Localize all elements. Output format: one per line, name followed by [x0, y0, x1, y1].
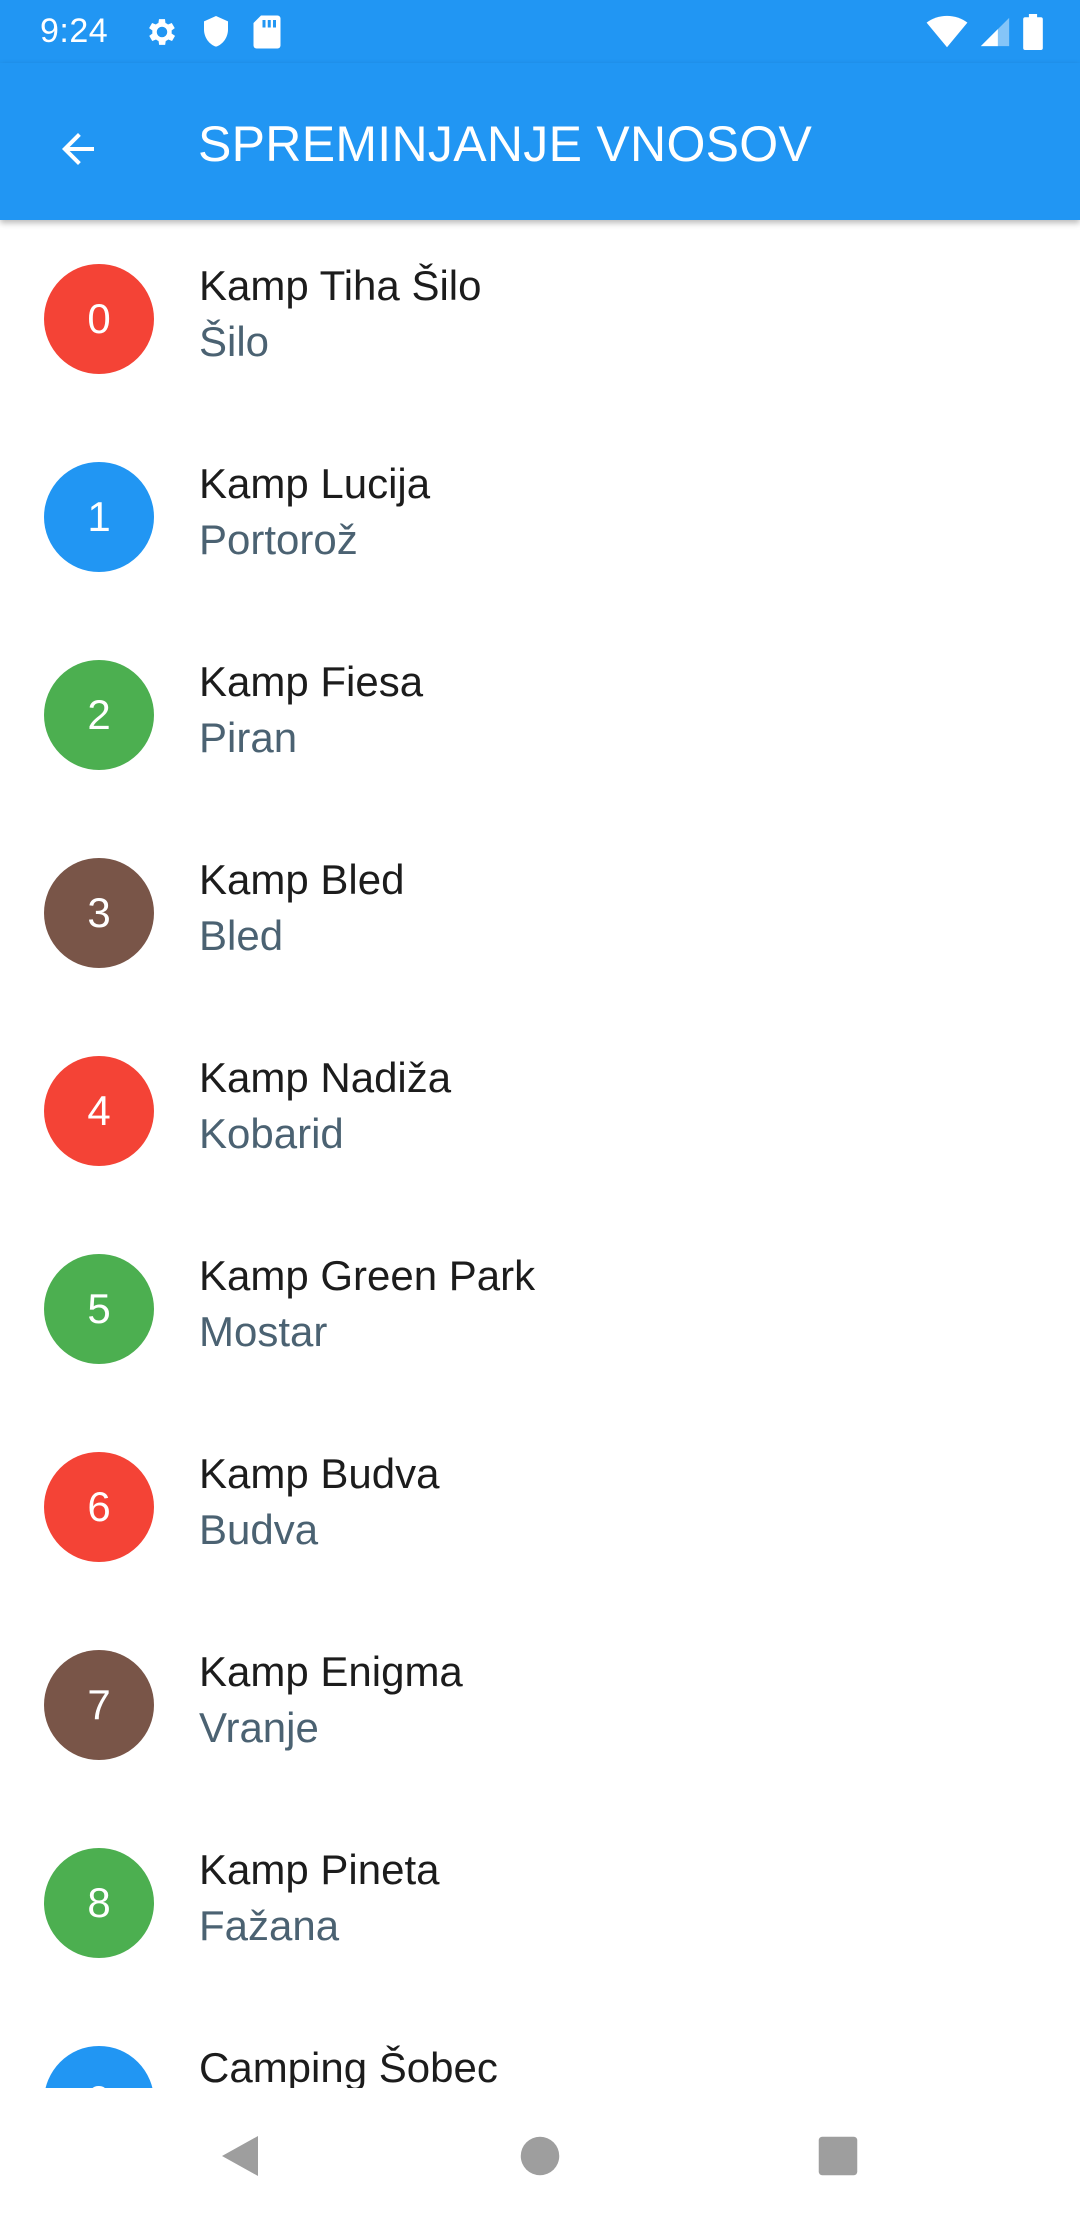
list-item[interactable]: 0 Kamp Tiha Šilo Šilo — [0, 220, 1080, 418]
back-triangle-icon — [218, 2132, 262, 2185]
avatar: 8 — [44, 1848, 154, 1958]
arrow-left-icon — [54, 125, 102, 178]
nav-recents-button[interactable] — [798, 2118, 878, 2198]
avatar-number: 3 — [87, 889, 111, 936]
item-title: Camping Šobec — [199, 2044, 498, 2088]
navigation-bar — [0, 2088, 1080, 2220]
avatar-number: 4 — [87, 1087, 111, 1134]
battery-icon — [1022, 14, 1044, 50]
avatar: 1 — [44, 462, 154, 572]
list-item[interactable]: 2 Kamp Fiesa Piran — [0, 616, 1080, 814]
list-item[interactable]: 4 Kamp Nadiža Kobarid — [0, 1012, 1080, 1210]
status-icons-right — [926, 14, 1044, 50]
sd-card-icon — [252, 14, 282, 50]
list-item[interactable]: 7 Kamp Enigma Vranje — [0, 1606, 1080, 1804]
item-subtitle: Portorož — [199, 516, 358, 563]
item-title: Kamp Nadiža — [199, 1054, 452, 1101]
shield-icon — [200, 14, 232, 50]
item-title: Kamp Fiesa — [199, 658, 424, 705]
avatar: 0 — [44, 264, 154, 374]
item-title: Kamp Bled — [199, 856, 405, 903]
status-icons-left — [144, 14, 282, 50]
item-subtitle: Fažana — [199, 1902, 340, 1949]
item-subtitle: Kobarid — [199, 1110, 344, 1157]
list-item[interactable]: 5 Kamp Green Park Mostar — [0, 1210, 1080, 1408]
avatar: 4 — [44, 1056, 154, 1166]
avatar: 2 — [44, 660, 154, 770]
list-item[interactable]: 3 Kamp Bled Bled — [0, 814, 1080, 1012]
item-title: Kamp Enigma — [199, 1648, 463, 1695]
avatar-number: 1 — [87, 493, 111, 540]
item-subtitle: Bled — [199, 912, 284, 959]
list-item[interactable]: 8 Kamp Pineta Fažana — [0, 1804, 1080, 2002]
item-subtitle: Budva — [199, 1506, 319, 1553]
back-button[interactable] — [30, 103, 126, 199]
wifi-icon — [926, 15, 968, 49]
item-subtitle: Mostar — [199, 1308, 328, 1355]
avatar: 6 — [44, 1452, 154, 1562]
recents-square-icon — [817, 2135, 859, 2182]
status-bar: 9:24 — [0, 0, 1080, 63]
avatar: 5 — [44, 1254, 154, 1364]
item-title: Kamp Tiha Šilo — [199, 262, 482, 309]
avatar-number: 0 — [87, 295, 111, 342]
item-title: Kamp Green Park — [199, 1252, 536, 1299]
avatar-number: 5 — [87, 1285, 111, 1332]
gear-icon — [144, 14, 180, 50]
camp-list[interactable]: 0 Kamp Tiha Šilo Šilo 1 Kamp Lucija Port… — [0, 220, 1080, 2088]
item-title: Kamp Budva — [199, 1450, 440, 1497]
avatar: 9 — [44, 2046, 154, 2088]
status-time: 9:24 — [40, 12, 109, 50]
home-circle-icon — [519, 2135, 561, 2182]
item-subtitle: Piran — [199, 714, 298, 761]
avatar: 7 — [44, 1650, 154, 1760]
app-bar: SPREMINJANJE VNOSOV — [0, 63, 1080, 220]
avatar-number: 2 — [87, 691, 111, 738]
avatar-number: 9 — [87, 2077, 110, 2088]
avatar: 3 — [44, 858, 154, 968]
item-title: Kamp Lucija — [199, 460, 431, 507]
avatar-number: 7 — [87, 1681, 111, 1728]
avatar-number: 8 — [87, 1879, 111, 1926]
list-item[interactable]: 9 Camping Šobec — [0, 2002, 1080, 2088]
list-item[interactable]: 6 Kamp Budva Budva — [0, 1408, 1080, 1606]
item-title: Kamp Pineta — [199, 1846, 440, 1893]
item-subtitle: Šilo — [199, 318, 270, 365]
nav-home-button[interactable] — [500, 2118, 580, 2198]
list-item[interactable]: 1 Kamp Lucija Portorož — [0, 418, 1080, 616]
nav-back-button[interactable] — [200, 2118, 280, 2198]
signal-icon — [978, 15, 1012, 49]
item-subtitle: Vranje — [199, 1704, 319, 1751]
page-title: SPREMINJANJE VNOSOV — [198, 116, 813, 172]
avatar-number: 6 — [87, 1483, 111, 1530]
